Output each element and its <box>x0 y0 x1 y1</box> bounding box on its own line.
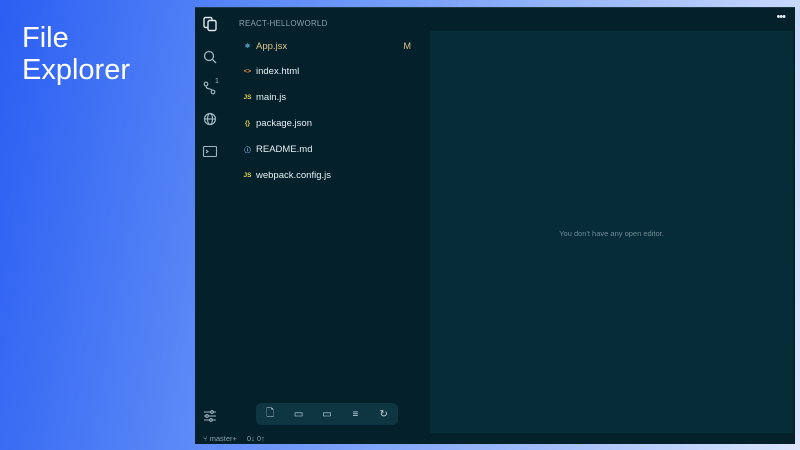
file-item[interactable]: JS webpack.config.js <box>241 167 411 183</box>
more-actions-icon[interactable]: ••• <box>776 11 786 23</box>
search-icon[interactable] <box>202 49 218 65</box>
file-item[interactable]: <> index.html <box>241 64 411 80</box>
json-icon: {} <box>244 119 251 127</box>
file-name: App.jsx <box>256 40 288 52</box>
file-name: index.html <box>256 66 300 78</box>
filter-icon[interactable]: ≡ <box>348 409 362 420</box>
status-bar: ⑂ master+ 0↓ 0↑ <box>203 434 265 443</box>
slide-title: File Explorer <box>22 22 130 86</box>
project-name: REACT-HELLOWORLD <box>239 19 328 28</box>
globe-icon[interactable] <box>202 111 218 127</box>
ide-window: 1 REACT-HELLOWORLD ⚛ App.jsx M <> index.html… <box>195 7 795 444</box>
file-name: package.json <box>256 117 312 129</box>
file-item[interactable]: {} package.json <box>241 115 411 131</box>
file-name: README.md <box>256 143 313 155</box>
branch[interactable]: ⑂ master+ <box>203 434 237 443</box>
file-item[interactable]: ⚛ App.jsx M <box>241 38 411 54</box>
explorer-sidebar: REACT-HELLOWORLD ⚛ App.jsx M <> index.html JS… <box>225 8 428 444</box>
editor-area: You don't have any open editor. <box>430 31 793 433</box>
branch-name: master+ <box>209 434 237 443</box>
upload-folder-icon[interactable]: ▭ <box>320 409 334 420</box>
sync-status[interactable]: 0↓ 0↑ <box>247 434 265 443</box>
activity-bar: 1 <box>195 8 225 444</box>
file-name: main.js <box>256 92 287 104</box>
info-icon: ⓘ <box>244 147 251 155</box>
js-icon: JS <box>243 94 252 102</box>
terminal-icon[interactable] <box>202 144 218 160</box>
explorer-toolbar: 🗋 ▭ ▭ ≡ ↻ <box>256 403 398 425</box>
file-name: webpack.config.js <box>256 169 331 181</box>
js-icon: JS <box>243 171 252 179</box>
refresh-icon[interactable]: ↻ <box>377 409 391 420</box>
scm-count: 1 <box>215 78 219 85</box>
react-icon: ⚛ <box>244 43 251 50</box>
new-folder-icon[interactable]: ▭ <box>292 409 306 420</box>
empty-editor-message: You don't have any open editor. <box>559 229 664 238</box>
new-file-icon[interactable]: 🗋 <box>263 406 277 423</box>
html-icon: <> <box>243 68 252 76</box>
modified-badge: M <box>403 41 412 51</box>
settings-sliders-icon[interactable] <box>202 408 218 424</box>
file-item[interactable]: JS main.js <box>241 90 411 106</box>
file-item[interactable]: ⓘ README.md <box>241 141 411 157</box>
files-icon[interactable] <box>202 16 218 32</box>
